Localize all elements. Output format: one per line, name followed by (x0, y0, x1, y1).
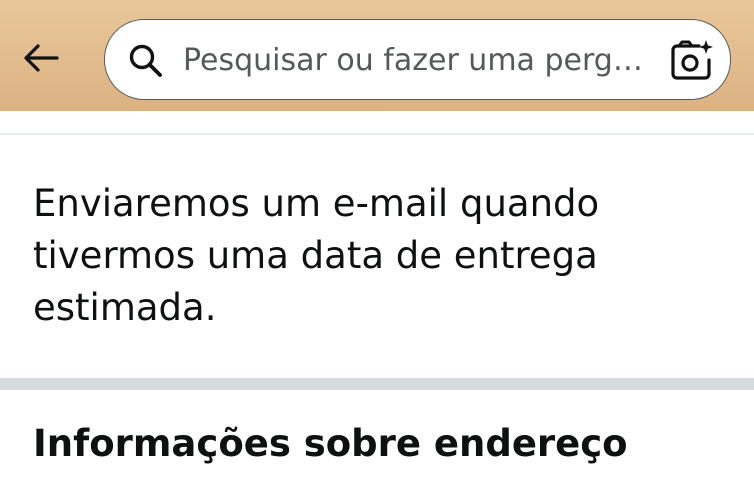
address-info-heading: Informações sobre endereço (33, 422, 628, 465)
delivery-estimate-message: Enviaremos um e-mail quando tivermos uma… (33, 182, 600, 329)
top-search-bar (0, 0, 754, 111)
camera-lens-icon[interactable] (669, 38, 715, 82)
back-button[interactable] (16, 36, 66, 80)
arrow-left-icon (24, 44, 59, 72)
search-icon (129, 44, 162, 77)
section-divider (0, 378, 754, 390)
search-box[interactable] (104, 19, 731, 100)
search-input[interactable] (183, 34, 653, 86)
divider (0, 133, 754, 135)
